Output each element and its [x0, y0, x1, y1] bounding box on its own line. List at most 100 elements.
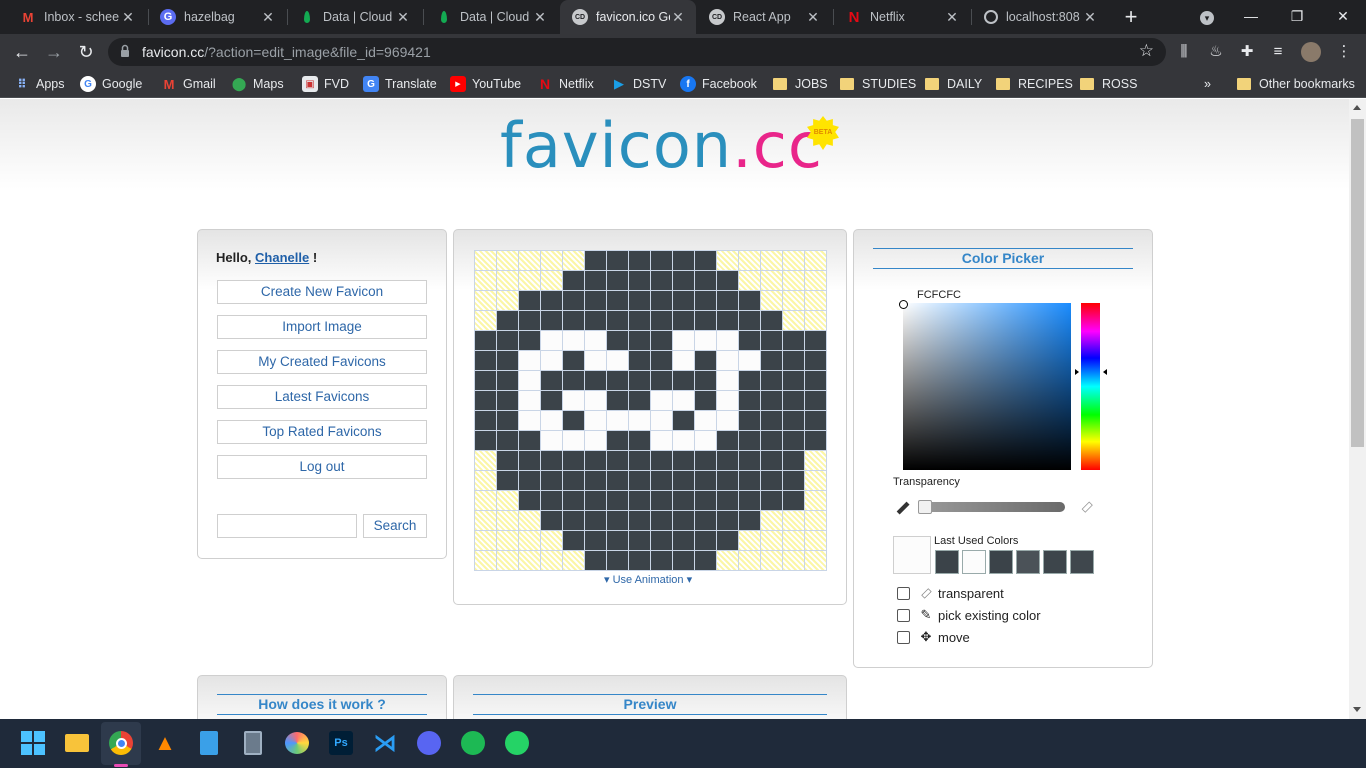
pixel-cell[interactable] — [497, 511, 518, 530]
pixel-cell[interactable] — [673, 471, 694, 490]
scroll-up-arrow[interactable] — [1353, 105, 1361, 110]
pixel-cell[interactable] — [761, 391, 782, 410]
pixel-cell[interactable] — [541, 471, 562, 490]
vscode-icon[interactable]: ⋊ — [371, 729, 399, 757]
pixel-cell[interactable] — [475, 471, 496, 490]
pixel-cell[interactable] — [717, 331, 738, 350]
bookmark-netflix[interactable]: N Netflix — [537, 75, 594, 93]
pixel-cell[interactable] — [695, 391, 716, 410]
pixel-cell[interactable] — [673, 251, 694, 270]
pixel-cell[interactable] — [761, 551, 782, 570]
pixel-cell[interactable] — [607, 371, 628, 390]
saturation-value-picker[interactable] — [903, 303, 1071, 470]
pixel-cell[interactable] — [783, 391, 804, 410]
pixel-cell[interactable] — [475, 251, 496, 270]
pixel-cell[interactable] — [651, 291, 672, 310]
pixel-cell[interactable] — [783, 511, 804, 530]
file-explorer-icon[interactable] — [63, 729, 91, 757]
close-window-button[interactable]: ✕ — [1320, 0, 1366, 34]
pixel-cell[interactable] — [519, 531, 540, 550]
profile-avatar[interactable] — [1301, 42, 1321, 62]
pixel-cell[interactable] — [717, 411, 738, 430]
pixel-cell[interactable] — [805, 471, 826, 490]
spotify-icon[interactable] — [459, 729, 487, 757]
notepad-icon[interactable] — [195, 729, 223, 757]
pixel-cell[interactable] — [695, 431, 716, 450]
pixel-cell[interactable] — [629, 491, 650, 510]
pixel-cell[interactable] — [519, 311, 540, 330]
pixel-cell[interactable] — [607, 411, 628, 430]
pixel-cell[interactable] — [783, 431, 804, 450]
pixel-cell[interactable] — [805, 311, 826, 330]
tab-inbox[interactable]: M Inbox - schee ✕ — [8, 0, 146, 34]
bookmark-dstv[interactable]: ▶ DSTV — [611, 75, 666, 93]
pixel-cell[interactable] — [783, 551, 804, 570]
scroll-down-arrow[interactable] — [1353, 707, 1361, 712]
pixel-cell[interactable] — [541, 291, 562, 310]
color-cursor[interactable] — [899, 300, 908, 309]
pixel-cell[interactable] — [717, 511, 738, 530]
pixel-cell[interactable] — [475, 431, 496, 450]
pixel-cell[interactable] — [475, 411, 496, 430]
pixel-cell[interactable] — [673, 271, 694, 290]
pick-color-checkbox[interactable] — [897, 608, 910, 622]
pixel-cell[interactable] — [541, 511, 562, 530]
pixel-cell[interactable] — [585, 271, 606, 290]
pixel-cell[interactable] — [805, 431, 826, 450]
pixel-cell[interactable] — [761, 311, 782, 330]
bookmarks-overflow-button[interactable]: » — [1204, 75, 1211, 93]
pixel-cell[interactable] — [739, 351, 760, 370]
pixel-cell[interactable] — [519, 491, 540, 510]
last-used-color-swatch[interactable] — [1043, 550, 1067, 574]
tab-data-cloud-1[interactable]: Data | Cloud ✕ — [287, 0, 421, 34]
pixel-cell[interactable] — [739, 251, 760, 270]
address-bar[interactable]: favicon.cc/?action=edit_image&file_id=96… — [108, 38, 1166, 66]
transparency-slider[interactable] — [920, 502, 1065, 512]
back-button[interactable]: ← — [9, 39, 35, 65]
bookmark-folder-jobs[interactable]: JOBS — [773, 75, 828, 93]
tab-react-app[interactable]: CD React App ✕ — [697, 0, 831, 34]
pixel-cell[interactable] — [585, 311, 606, 330]
pixel-cell[interactable] — [475, 291, 496, 310]
pixel-cell[interactable] — [519, 431, 540, 450]
pixel-cell[interactable] — [585, 551, 606, 570]
pixel-cell[interactable] — [519, 511, 540, 530]
pixel-cell[interactable] — [761, 291, 782, 310]
pixel-cell[interactable] — [673, 291, 694, 310]
pixel-cell[interactable] — [497, 531, 518, 550]
pixel-cell[interactable] — [783, 291, 804, 310]
last-used-color-swatch[interactable] — [1016, 550, 1040, 574]
close-icon[interactable]: ✕ — [805, 9, 821, 26]
pixel-cell[interactable] — [475, 311, 496, 330]
pixel-cell[interactable] — [673, 531, 694, 550]
pixel-cell[interactable] — [651, 471, 672, 490]
pixel-cell[interactable] — [783, 271, 804, 290]
pixel-cell[interactable] — [651, 431, 672, 450]
pixel-cell[interactable] — [695, 491, 716, 510]
pixel-cell[interactable] — [761, 531, 782, 550]
pixel-cell[interactable] — [739, 411, 760, 430]
pixel-cell[interactable] — [673, 411, 694, 430]
photoshop-icon[interactable]: Ps — [327, 729, 355, 757]
hue-slider[interactable] — [1081, 303, 1100, 470]
pixel-cell[interactable] — [673, 391, 694, 410]
pixel-cell[interactable] — [717, 431, 738, 450]
pixel-cell[interactable] — [497, 351, 518, 370]
pixel-cell[interactable] — [673, 451, 694, 470]
whatsapp-icon[interactable] — [503, 729, 531, 757]
pixel-cell[interactable] — [717, 371, 738, 390]
pixel-cell[interactable] — [607, 251, 628, 270]
pixel-cell[interactable] — [629, 411, 650, 430]
pixel-cell[interactable] — [541, 531, 562, 550]
pixel-cell[interactable] — [629, 391, 650, 410]
bookmark-maps[interactable]: ⬤ Maps — [231, 75, 284, 93]
pixel-cell[interactable] — [629, 551, 650, 570]
pixel-cell[interactable] — [585, 351, 606, 370]
pixel-cell[interactable] — [739, 431, 760, 450]
create-new-favicon-button[interactable]: Create New Favicon — [217, 280, 427, 304]
pixel-cell[interactable] — [607, 311, 628, 330]
pixel-cell[interactable] — [717, 551, 738, 570]
pixel-cell[interactable] — [475, 351, 496, 370]
pixel-cell[interactable] — [607, 331, 628, 350]
pixel-cell[interactable] — [541, 371, 562, 390]
